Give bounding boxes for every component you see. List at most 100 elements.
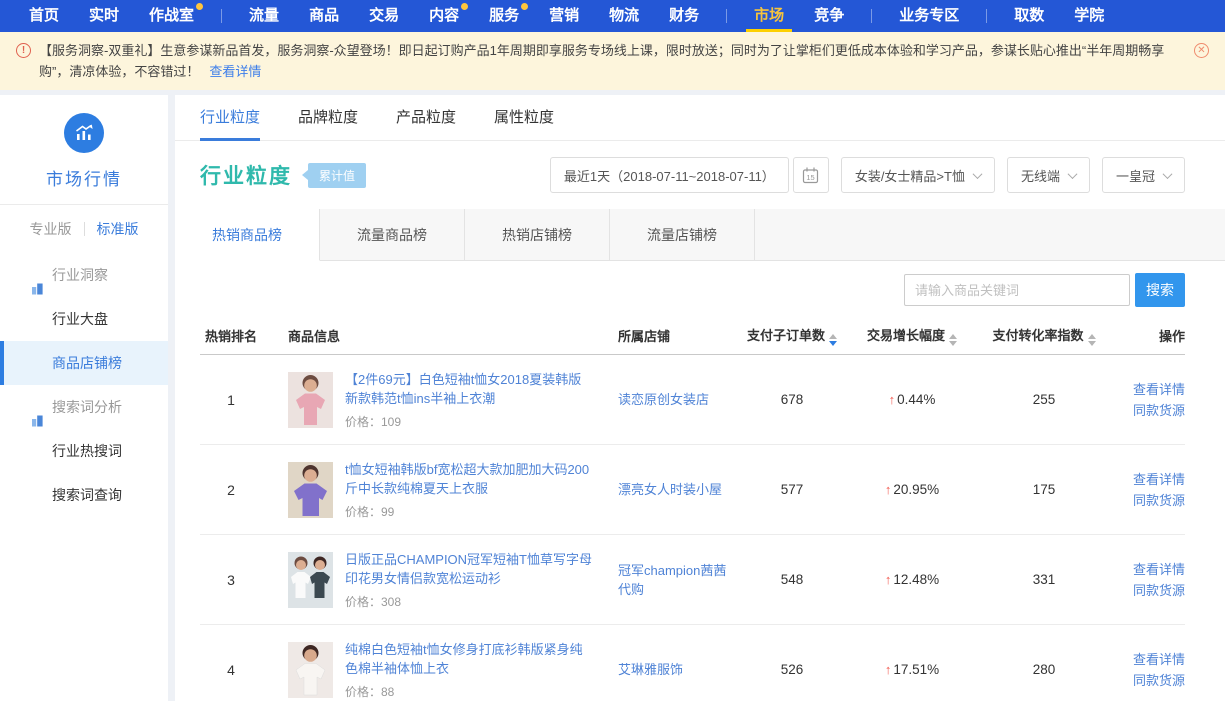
search-button[interactable]: 搜索 [1135, 273, 1185, 307]
product-image[interactable] [288, 372, 333, 428]
tab-industry-granularity[interactable]: 行业粒度 [200, 95, 260, 141]
col-header-orders[interactable]: 支付子订单数 [738, 325, 846, 346]
sort-icon[interactable] [949, 334, 957, 346]
date-range-picker[interactable]: 最近1天（2018-07-11~2018-07-11） [550, 157, 789, 193]
subtab-traffic-shops[interactable]: 流量店铺榜 [610, 209, 755, 261]
col-header-growth[interactable]: 交易增长幅度 [846, 325, 978, 346]
product-price: 价格：99 [345, 503, 593, 520]
terminal-dropdown[interactable]: 无线端 [1007, 157, 1090, 193]
product-image[interactable] [288, 462, 333, 518]
sort-icon[interactable] [829, 334, 837, 346]
search-input[interactable] [904, 274, 1130, 306]
same-source-link[interactable]: 同款货源 [1110, 490, 1185, 511]
conversion-index-cell: 175 [978, 482, 1110, 497]
sidebar-title: 市场行情 [0, 165, 168, 190]
nav-item-marketing[interactable]: 营销 [541, 0, 587, 32]
col-header-conversion-index[interactable]: 支付转化率指数 [978, 325, 1110, 346]
nav-item-war-room[interactable]: 作战室 [141, 0, 202, 32]
product-image[interactable] [288, 642, 333, 698]
product-title-link[interactable]: 纯棉白色短袖t恤女修身打底衫韩版紧身纯色棉半袖体恤上衣 [345, 640, 593, 678]
rank-cell: 3 [200, 572, 262, 588]
subtab-traffic-products[interactable]: 流量商品榜 [320, 209, 465, 261]
subtab-hot-products[interactable]: 热销商品榜 [175, 209, 320, 261]
same-source-link[interactable]: 同款货源 [1110, 580, 1185, 601]
calendar-icon[interactable]: 15 [793, 157, 829, 193]
market-chart-icon [64, 113, 104, 153]
nav-item-academy[interactable]: 学院 [1066, 0, 1112, 32]
tab-product-granularity[interactable]: 产品粒度 [396, 95, 456, 141]
sidebar-item-product-shop-ranking[interactable]: 商品店铺榜 [0, 341, 168, 385]
actions-cell: 查看详情 同款货源 [1110, 649, 1185, 691]
growth-up-icon: ↑ [885, 482, 892, 497]
banner-text: 【服务洞察-双重礼】生意参谋新品首发，服务洞察-众望登场！即日起订购产品1年周期… [39, 40, 1175, 82]
nav-item-logistics[interactable]: 物流 [601, 0, 647, 32]
chevron-down-icon [973, 169, 983, 179]
nav-divider [726, 9, 727, 23]
subtab-hot-shops[interactable]: 热销店铺榜 [465, 209, 610, 261]
view-detail-link[interactable]: 查看详情 [1110, 649, 1185, 670]
close-icon[interactable]: ✕ [1194, 43, 1209, 58]
banner-detail-link[interactable]: 查看详情 [209, 64, 261, 79]
nav-item-business-zone[interactable]: 业务专区 [891, 0, 967, 32]
promo-banner: ! 【服务洞察-双重礼】生意参谋新品首发，服务洞察-众望登场！即日起订购产品1年… [0, 32, 1225, 90]
col-header-shop: 所属店铺 [618, 326, 738, 345]
product-cell: 纯棉白色短袖t恤女修身打底衫韩版紧身纯色棉半袖体恤上衣 价格：88 [262, 640, 618, 700]
ranking-table: 热销排名 商品信息 所属店铺 支付子订单数 交易增长幅度 支付转化率指数 操作 … [200, 317, 1185, 701]
product-image[interactable] [288, 552, 333, 608]
shop-link[interactable]: 冠军champion茜茜代购 [618, 563, 726, 597]
shop-link[interactable]: 漂亮女人时装小屋 [618, 482, 722, 497]
version-divider [84, 222, 85, 236]
shop-link[interactable]: 艾琳雅服饰 [618, 662, 683, 677]
view-detail-link[interactable]: 查看详情 [1110, 559, 1185, 580]
tab-brand-granularity[interactable]: 品牌粒度 [298, 95, 358, 141]
col-header-product: 商品信息 [262, 326, 618, 345]
shop-link[interactable]: 读恋原创女装店 [618, 392, 709, 407]
nav-divider [871, 9, 872, 23]
growth-up-icon: ↑ [885, 572, 892, 587]
sidebar-item-industry-overview[interactable]: 行业大盘 [0, 297, 168, 341]
nav-divider [986, 9, 987, 23]
growth-cell: ↑0.44% [846, 391, 978, 409]
product-title-link[interactable]: 日版正品CHAMPION冠军短袖T恤草写字母印花男女情侣款宽松运动衫 [345, 550, 593, 588]
nav-item-home[interactable]: 首页 [21, 0, 67, 32]
product-price: 价格：109 [345, 413, 593, 430]
cumulative-badge: 累计值 [308, 163, 366, 188]
rank-cell: 1 [200, 392, 262, 408]
same-source-link[interactable]: 同款货源 [1110, 400, 1185, 421]
product-cell: t恤女短袖韩版bf宽松超大款加肥加大码200斤中长款纯棉夏天上衣服 价格：99 [262, 460, 618, 520]
nav-item-realtime[interactable]: 实时 [81, 0, 127, 32]
nav-item-finance[interactable]: 财务 [661, 0, 707, 32]
sidebar-item-search-word-analysis[interactable]: 搜索词分析 [0, 385, 168, 429]
nav-item-products[interactable]: 商品 [301, 0, 347, 32]
nav-item-data-extract[interactable]: 取数 [1006, 0, 1052, 32]
tab-attribute-granularity[interactable]: 属性粒度 [494, 95, 554, 141]
version-pro[interactable]: 专业版 [30, 219, 72, 239]
nav-item-content[interactable]: 内容 [421, 0, 467, 32]
nav-item-transactions[interactable]: 交易 [361, 0, 407, 32]
sort-icon[interactable] [1088, 334, 1096, 346]
orders-cell: 526 [738, 662, 846, 677]
sidebar-item-search-word-query[interactable]: 搜索词查询 [0, 473, 168, 517]
same-source-link[interactable]: 同款货源 [1110, 670, 1185, 691]
product-title-link[interactable]: t恤女短袖韩版bf宽松超大款加肥加大码200斤中长款纯棉夏天上衣服 [345, 460, 593, 498]
nav-item-services[interactable]: 服务 [481, 0, 527, 32]
nav-item-competition[interactable]: 竞争 [806, 0, 852, 32]
table-header: 热销排名 商品信息 所属店铺 支付子订单数 交易增长幅度 支付转化率指数 操作 [200, 317, 1185, 355]
title-filter-row: 行业粒度 累计值 最近1天（2018-07-11~2018-07-11） 15 … [175, 141, 1225, 209]
view-detail-link[interactable]: 查看详情 [1110, 379, 1185, 400]
ranking-subtabs: 热销商品榜 流量商品榜 热销店铺榜 流量店铺榜 [175, 209, 1225, 261]
subtab-filler [755, 209, 1225, 261]
category-dropdown[interactable]: 女装/女士精品>T恤 [841, 157, 995, 193]
view-detail-link[interactable]: 查看详情 [1110, 469, 1185, 490]
sidebar-menu: 行业洞察 行业大盘 商品店铺榜 搜索词分析 行业热搜词 搜索词查询 [0, 253, 168, 517]
nav-item-market[interactable]: 市场 [746, 0, 792, 32]
table-row: 1 【2件69元】白色短袖t恤女2018夏装韩版新款韩范t恤ins半袖上衣潮 价… [200, 355, 1185, 445]
nav-item-traffic[interactable]: 流量 [241, 0, 287, 32]
conversion-index-cell: 331 [978, 572, 1110, 587]
orders-cell: 548 [738, 572, 846, 587]
sidebar-item-industry-insight[interactable]: 行业洞察 [0, 253, 168, 297]
sidebar-item-hot-search-words[interactable]: 行业热搜词 [0, 429, 168, 473]
shop-level-dropdown[interactable]: 一皇冠 [1102, 157, 1185, 193]
version-standard[interactable]: 标准版 [97, 219, 139, 239]
product-title-link[interactable]: 【2件69元】白色短袖t恤女2018夏装韩版新款韩范t恤ins半袖上衣潮 [345, 370, 593, 408]
